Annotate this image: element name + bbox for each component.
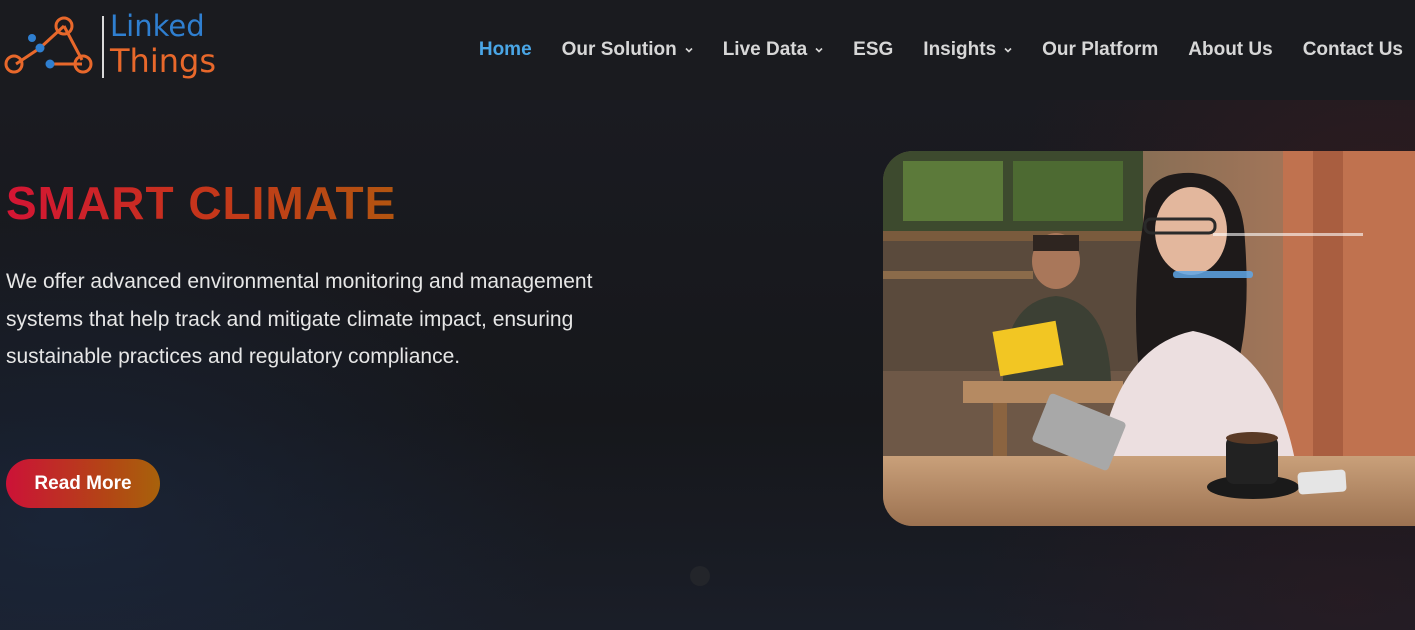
logo-line1: Linked xyxy=(110,9,205,43)
read-more-label: Read More xyxy=(34,472,132,494)
logo-line2: Things xyxy=(110,42,216,80)
nav-esg-label: ESG xyxy=(853,39,894,60)
chevron-down-icon xyxy=(1004,47,1012,53)
nav-live-data-label: Live Data xyxy=(722,39,808,60)
main-nav: Home Our Solution Live Data ESG Insights… xyxy=(449,0,1403,100)
nav-our-platform[interactable]: Our Platform xyxy=(1042,39,1158,61)
nav-live-data[interactable]: Live Data xyxy=(723,39,823,61)
nav-insights-label: Insights xyxy=(923,39,997,60)
logo-divider xyxy=(102,16,104,78)
nav-esg[interactable]: ESG xyxy=(853,39,893,61)
nav-contact-us[interactable]: Contact Us xyxy=(1303,39,1403,61)
nav-our-platform-label: Our Platform xyxy=(1042,39,1159,60)
nav-about-us-label: About Us xyxy=(1188,39,1273,60)
page: Linked Things Home Our Solution Live Dat… xyxy=(0,0,1415,630)
site-header: Linked Things Home Our Solution Live Dat… xyxy=(0,0,1415,100)
hero-slider: SMART CLIMATE We offer advanced environm… xyxy=(0,100,1415,630)
hero-photo xyxy=(883,151,1415,526)
slider-dot[interactable] xyxy=(690,566,710,586)
hero-description: We offer advanced environmental monitori… xyxy=(6,270,593,368)
chevron-down-icon xyxy=(815,47,823,53)
nav-home[interactable]: Home xyxy=(479,39,532,61)
network-nodes-icon xyxy=(4,16,93,74)
nav-insights[interactable]: Insights xyxy=(923,39,1012,61)
read-more-button[interactable]: Read More xyxy=(6,459,160,508)
nav-home-label: Home xyxy=(478,39,532,60)
nav-our-solution[interactable]: Our Solution xyxy=(562,39,693,61)
nav-about-us[interactable]: About Us xyxy=(1188,39,1272,61)
logo-wordmark: Linked Things xyxy=(110,9,216,80)
nav-our-solution-label: Our Solution xyxy=(561,39,677,60)
nav-contact-us-label: Contact Us xyxy=(1302,39,1403,60)
chevron-down-icon xyxy=(685,47,693,53)
hero-title: SMART CLIMATE xyxy=(6,177,397,229)
brand-logo[interactable]: Linked Things xyxy=(4,12,216,84)
